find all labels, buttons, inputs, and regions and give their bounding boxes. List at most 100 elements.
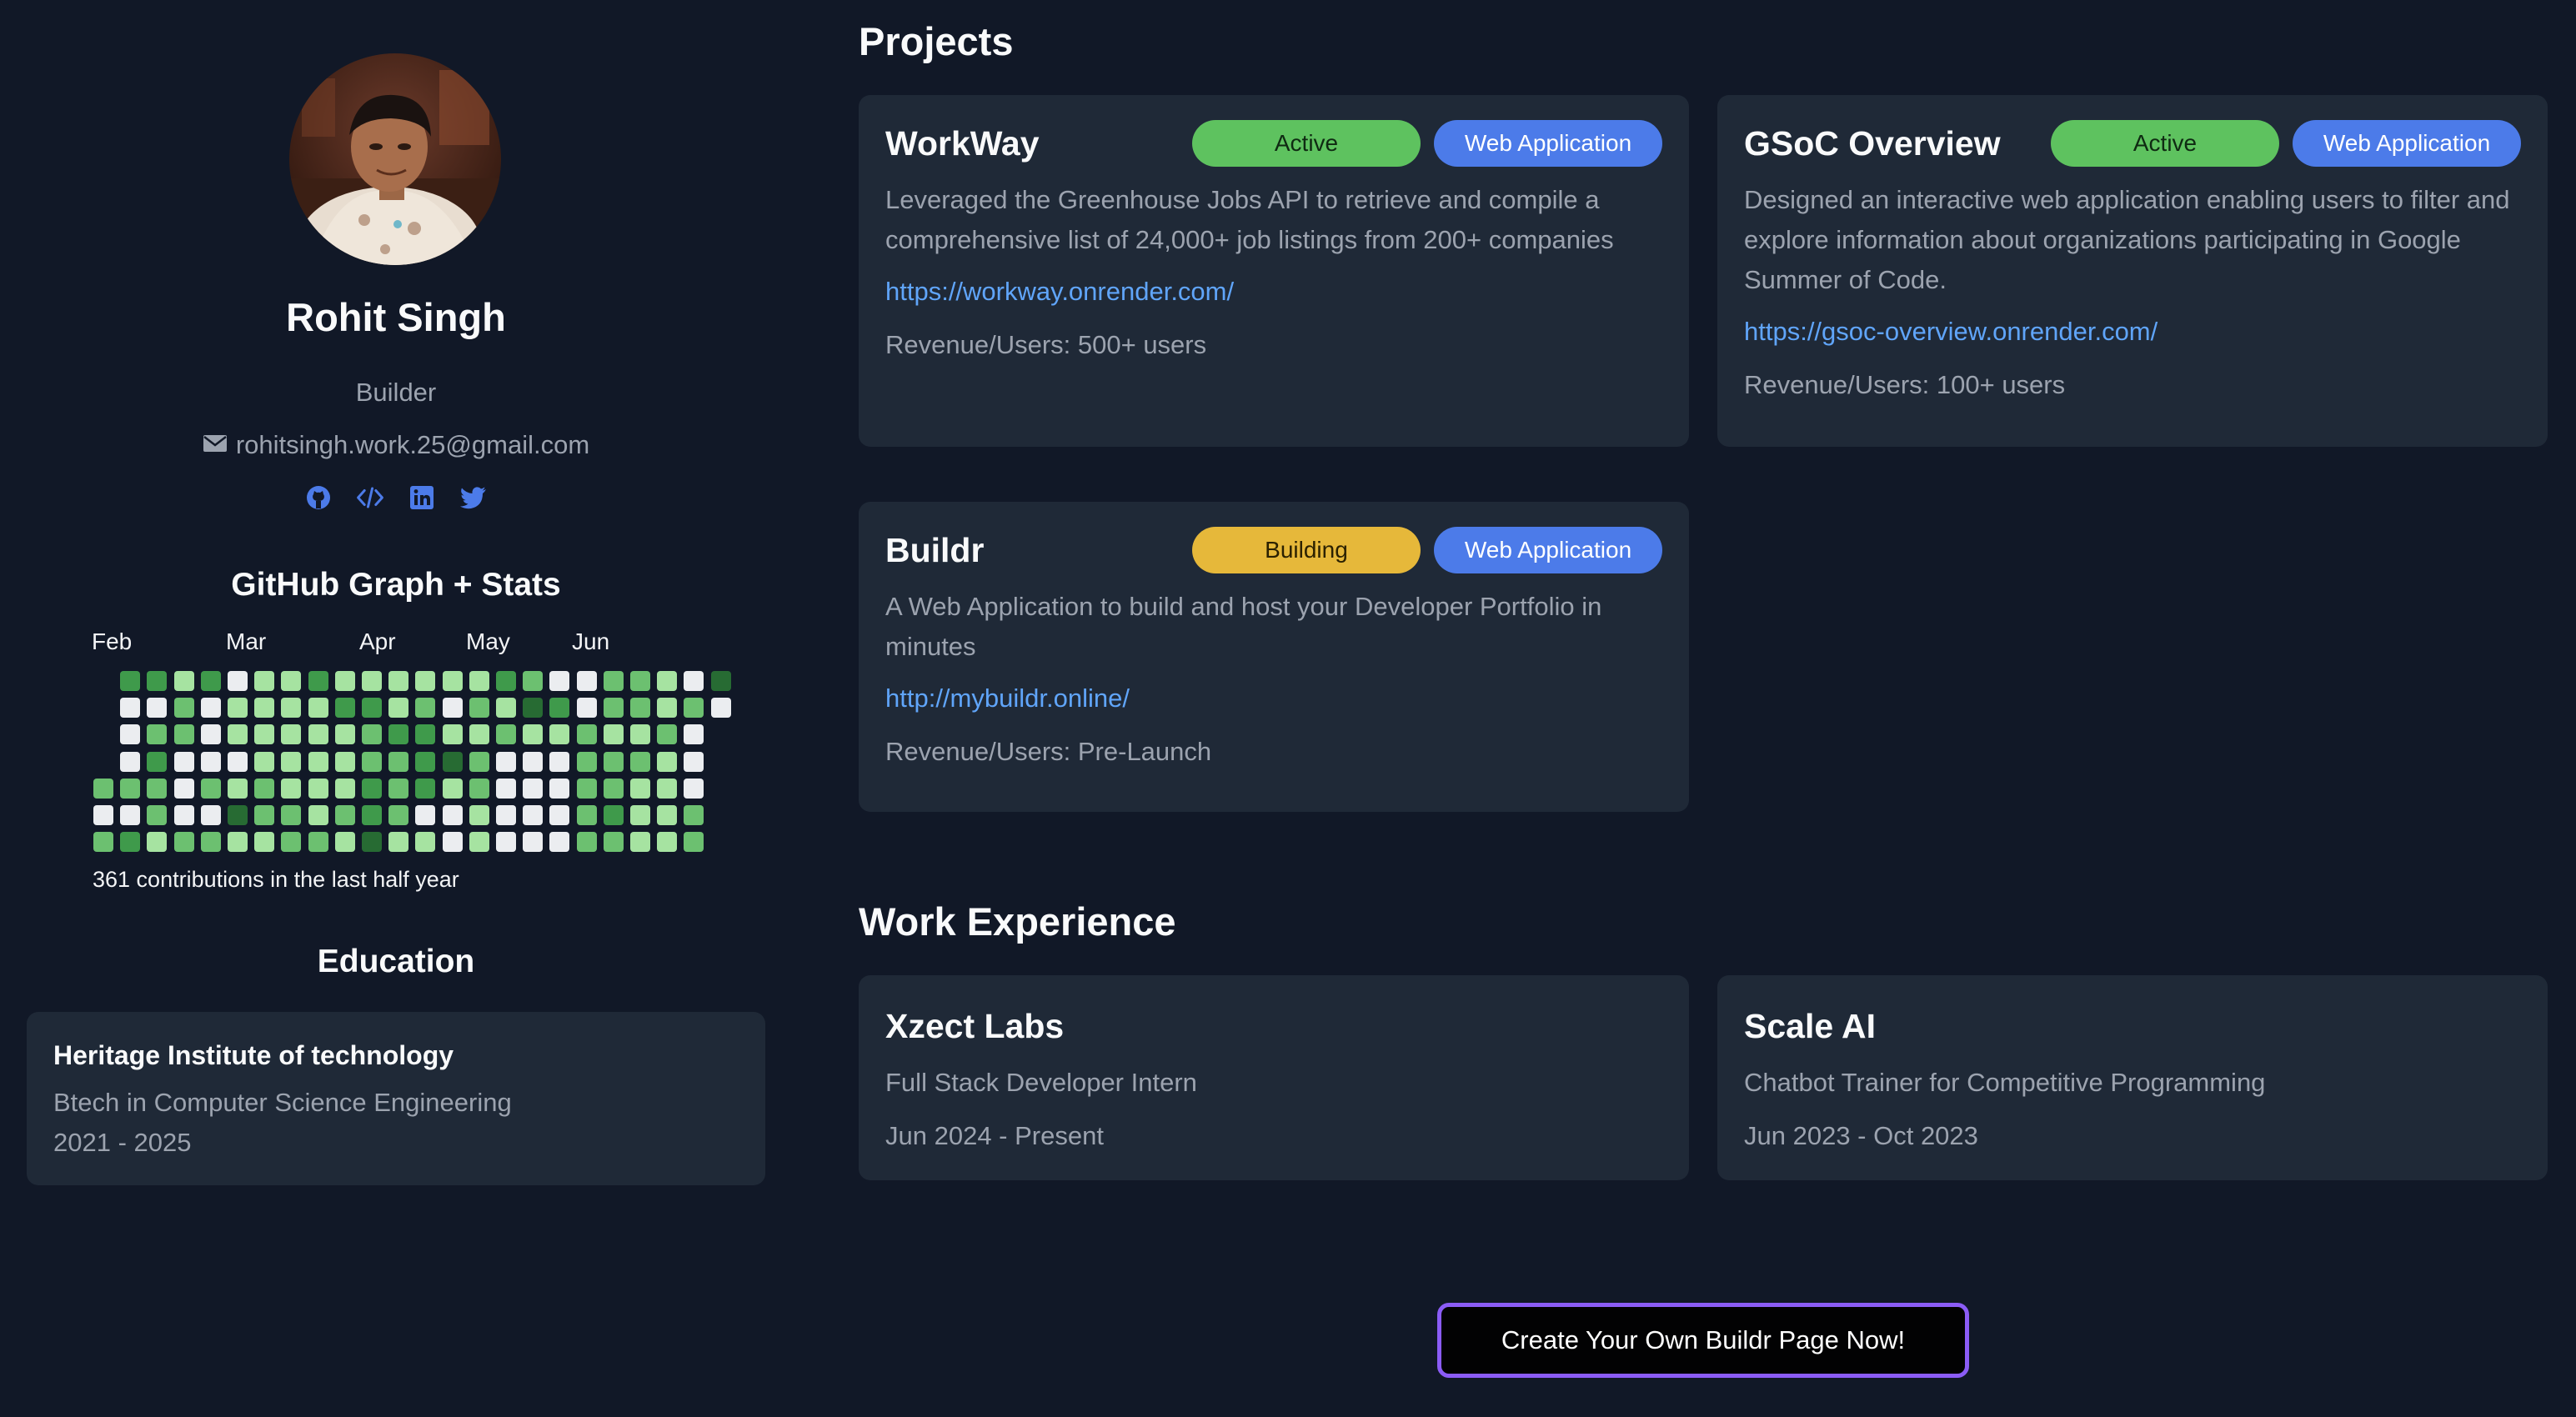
contribution-cell (549, 724, 570, 745)
status-badge: Active (2051, 120, 2279, 167)
contribution-cell (334, 671, 355, 691)
contribution-cell (334, 724, 355, 745)
contribution-cell (657, 724, 678, 745)
contribution-cell (523, 832, 544, 853)
contribution-cell (254, 671, 275, 691)
contribution-cell (281, 671, 302, 691)
contribution-cell (657, 671, 678, 691)
contribution-cell (523, 751, 544, 772)
contribution-cell (576, 778, 597, 799)
contribution-cell (442, 805, 463, 825)
contribution-cell (254, 724, 275, 745)
contribution-cell (147, 671, 168, 691)
project-title: GSoC Overview (1744, 123, 2001, 163)
contribution-cell (630, 778, 650, 799)
contribution-cell (228, 698, 248, 719)
project-link[interactable]: http://mybuildr.online/ (885, 678, 1662, 719)
contribution-cell (228, 778, 248, 799)
contribution-cell (147, 805, 168, 825)
contribution-cell (120, 832, 141, 853)
contribution-cell (147, 724, 168, 745)
contribution-cell (173, 751, 194, 772)
contribution-cell (630, 751, 650, 772)
contribution-cell (469, 805, 489, 825)
contribution-cell (603, 724, 624, 745)
contribution-cell (469, 671, 489, 691)
contribution-cell (415, 805, 436, 825)
contribution-cell (576, 805, 597, 825)
contribution-cell (228, 832, 248, 853)
contribution-cell (254, 805, 275, 825)
contribution-cell (630, 698, 650, 719)
contribution-cell (415, 724, 436, 745)
contribution-cell (710, 698, 731, 719)
experience-role: Full Stack Developer Intern (885, 1068, 1197, 1097)
contribution-cell (469, 778, 489, 799)
education-card: Heritage Institute of technology Btech i… (27, 1012, 765, 1185)
contribution-cell (93, 805, 113, 825)
contribution-cell (630, 671, 650, 691)
contribution-cell (630, 805, 650, 825)
contribution-cell (684, 778, 704, 799)
contribution-cell (684, 832, 704, 853)
education-years: 2021 - 2025 (53, 1128, 192, 1157)
contribution-cell (684, 671, 704, 691)
contribution-cell (120, 698, 141, 719)
contribution-cell (388, 778, 409, 799)
contribution-cell (496, 832, 516, 853)
contribution-cell (388, 832, 409, 853)
contribution-cell (630, 832, 650, 853)
contribution-cell (469, 832, 489, 853)
contribution-cell (334, 832, 355, 853)
contribution-cell (120, 724, 141, 745)
contribution-cell (415, 778, 436, 799)
contribution-cell (657, 751, 678, 772)
contribution-cell (496, 698, 516, 719)
contribution-cell (147, 778, 168, 799)
experience-dates: Jun 2024 - Present (885, 1121, 1104, 1150)
contribution-cell (362, 724, 382, 745)
experience-card: Scale AI Chatbot Trainer for Competitive… (1717, 975, 2548, 1180)
contribution-cell (173, 671, 194, 691)
contribution-cell (334, 751, 355, 772)
contribution-cell (442, 832, 463, 853)
contribution-cell (228, 751, 248, 772)
contribution-cell (228, 671, 248, 691)
contribution-cell (603, 751, 624, 772)
contribution-cell (684, 805, 704, 825)
contribution-cell (308, 671, 328, 691)
contribution-cell (549, 698, 570, 719)
contribution-cell (549, 832, 570, 853)
contribution-cell (710, 671, 731, 691)
contribution-cell (93, 778, 113, 799)
contribution-cell (496, 778, 516, 799)
contribution-cell (523, 724, 544, 745)
contribution-cell (200, 671, 221, 691)
type-badge: Web Application (2293, 120, 2521, 167)
status-badge: Active (1192, 120, 1421, 167)
contribution-cell (523, 698, 544, 719)
project-card: Buildr Building Web Application A Web Ap… (859, 502, 1689, 812)
contribution-cell (147, 832, 168, 853)
contribution-cell (362, 671, 382, 691)
contribution-cell (147, 751, 168, 772)
project-title: Buildr (885, 530, 985, 569)
contribution-cell (469, 698, 489, 719)
contribution-cell (415, 751, 436, 772)
project-card: GSoC Overview Active Web Application Des… (1717, 95, 2548, 447)
project-link[interactable]: https://gsoc-overview.onrender.com/ (1744, 312, 2521, 352)
contribution-cell (281, 751, 302, 772)
create-page-button[interactable]: Create Your Own Buildr Page Now! (1437, 1303, 1969, 1378)
contribution-cell (576, 751, 597, 772)
project-description: Designed an interactive web application … (1744, 185, 2510, 294)
project-link[interactable]: https://workway.onrender.com/ (885, 272, 1662, 312)
contribution-cell (469, 751, 489, 772)
contribution-cell (120, 671, 141, 691)
status-badge: Building (1192, 527, 1421, 573)
education-title: Education (317, 944, 475, 979)
contribution-cell (657, 805, 678, 825)
contribution-cell (334, 778, 355, 799)
contribution-cell (281, 832, 302, 853)
contribution-cell (254, 751, 275, 772)
contribution-cell (388, 698, 409, 719)
